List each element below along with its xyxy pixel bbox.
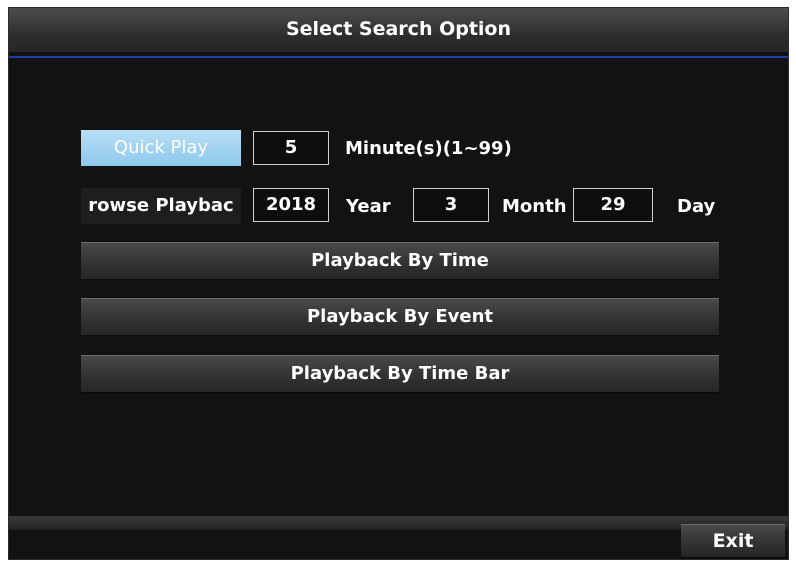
year-field[interactable]: 2018 xyxy=(253,188,329,222)
quick-play-minutes-field[interactable]: 5 xyxy=(253,131,329,165)
dialog-title: Select Search Option xyxy=(9,8,788,52)
quick-play-button[interactable]: Quick Play xyxy=(81,130,241,166)
year-label: Year xyxy=(346,196,391,217)
month-label: Month xyxy=(502,196,567,217)
playback-by-time-button[interactable]: Playback By Time xyxy=(81,242,719,280)
title-divider xyxy=(9,56,788,58)
playback-by-event-button[interactable]: Playback By Event xyxy=(81,298,719,336)
minutes-unit-label: Minute(s)(1~99) xyxy=(345,138,512,159)
browse-playback-button[interactable]: rowse Playbac xyxy=(81,188,241,224)
search-option-dialog: Select Search Option Quick Play 5 Minute… xyxy=(8,7,789,560)
day-field[interactable]: 29 xyxy=(573,188,653,222)
month-field[interactable]: 3 xyxy=(413,188,489,222)
playback-by-time-bar-button[interactable]: Playback By Time Bar xyxy=(81,355,719,393)
day-label: Day xyxy=(677,196,716,217)
exit-button[interactable]: Exit xyxy=(681,524,785,558)
footer-bar xyxy=(9,516,788,530)
